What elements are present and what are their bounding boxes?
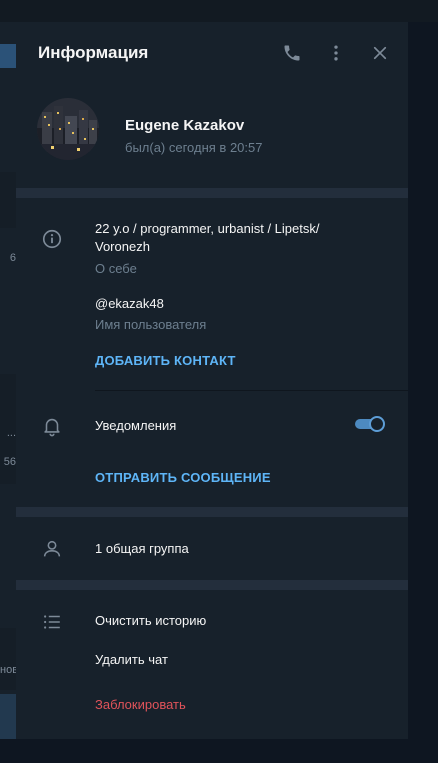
delete-chat-button[interactable]: Удалить чат (95, 651, 168, 669)
username-value[interactable]: @ekazak48 (95, 295, 164, 313)
notifications-toggle[interactable] (355, 415, 385, 433)
background-peek-text: нов (0, 664, 16, 676)
panel-title: Информация (38, 43, 149, 62)
toggle-knob (369, 416, 385, 432)
common-groups-item[interactable]: 1 общая группа (95, 540, 189, 558)
separator-line (95, 390, 408, 391)
bio-text-line2: Voronezh (95, 239, 150, 254)
background-peek-text: 56 (3, 456, 16, 468)
more-vertical-icon[interactable] (322, 39, 350, 67)
info-panel: Информация Eugene Kazakov был(а) сегодня… (16, 22, 408, 739)
user-icon (40, 537, 64, 561)
block-user-button[interactable]: Заблокировать (95, 696, 186, 714)
background-bottom-bar (0, 739, 438, 763)
close-icon[interactable] (366, 39, 394, 67)
background-chat-area (408, 22, 438, 763)
avatar[interactable] (37, 98, 99, 160)
profile-section: Eugene Kazakov был(а) сегодня в 20:57 (16, 84, 408, 188)
section-divider (16, 507, 408, 517)
background-selected-item (0, 44, 16, 68)
username-label: Имя пользователя (95, 317, 207, 332)
profile-status: был(а) сегодня в 20:57 (125, 140, 263, 155)
panel-header: Информация (16, 22, 408, 84)
background-peek-text: 6 (9, 252, 16, 264)
background-chat-row (0, 172, 16, 228)
phone-icon[interactable] (278, 39, 306, 67)
info-icon (40, 227, 64, 251)
send-message-button[interactable]: ОТПРАВИТЬ СООБЩЕНИЕ (95, 470, 271, 485)
section-divider (16, 188, 408, 198)
notifications-label: Уведомления (95, 418, 177, 433)
add-contact-button[interactable]: ДОБАВИТЬ КОНТАКТ (95, 353, 236, 368)
background-peek-text: ... (6, 427, 16, 439)
profile-name: Eugene Kazakov (125, 117, 245, 134)
section-divider (16, 580, 408, 590)
bio-text-line1: 22 y.o / programmer, urbanist / Lipetsk/ (95, 221, 320, 236)
clear-history-button[interactable]: Очистить историю (95, 612, 206, 630)
bio-label: О себе (95, 261, 137, 276)
background-chat-row (0, 628, 16, 690)
bell-icon (40, 414, 64, 438)
background-top-bar (0, 0, 438, 22)
list-icon (40, 610, 64, 634)
